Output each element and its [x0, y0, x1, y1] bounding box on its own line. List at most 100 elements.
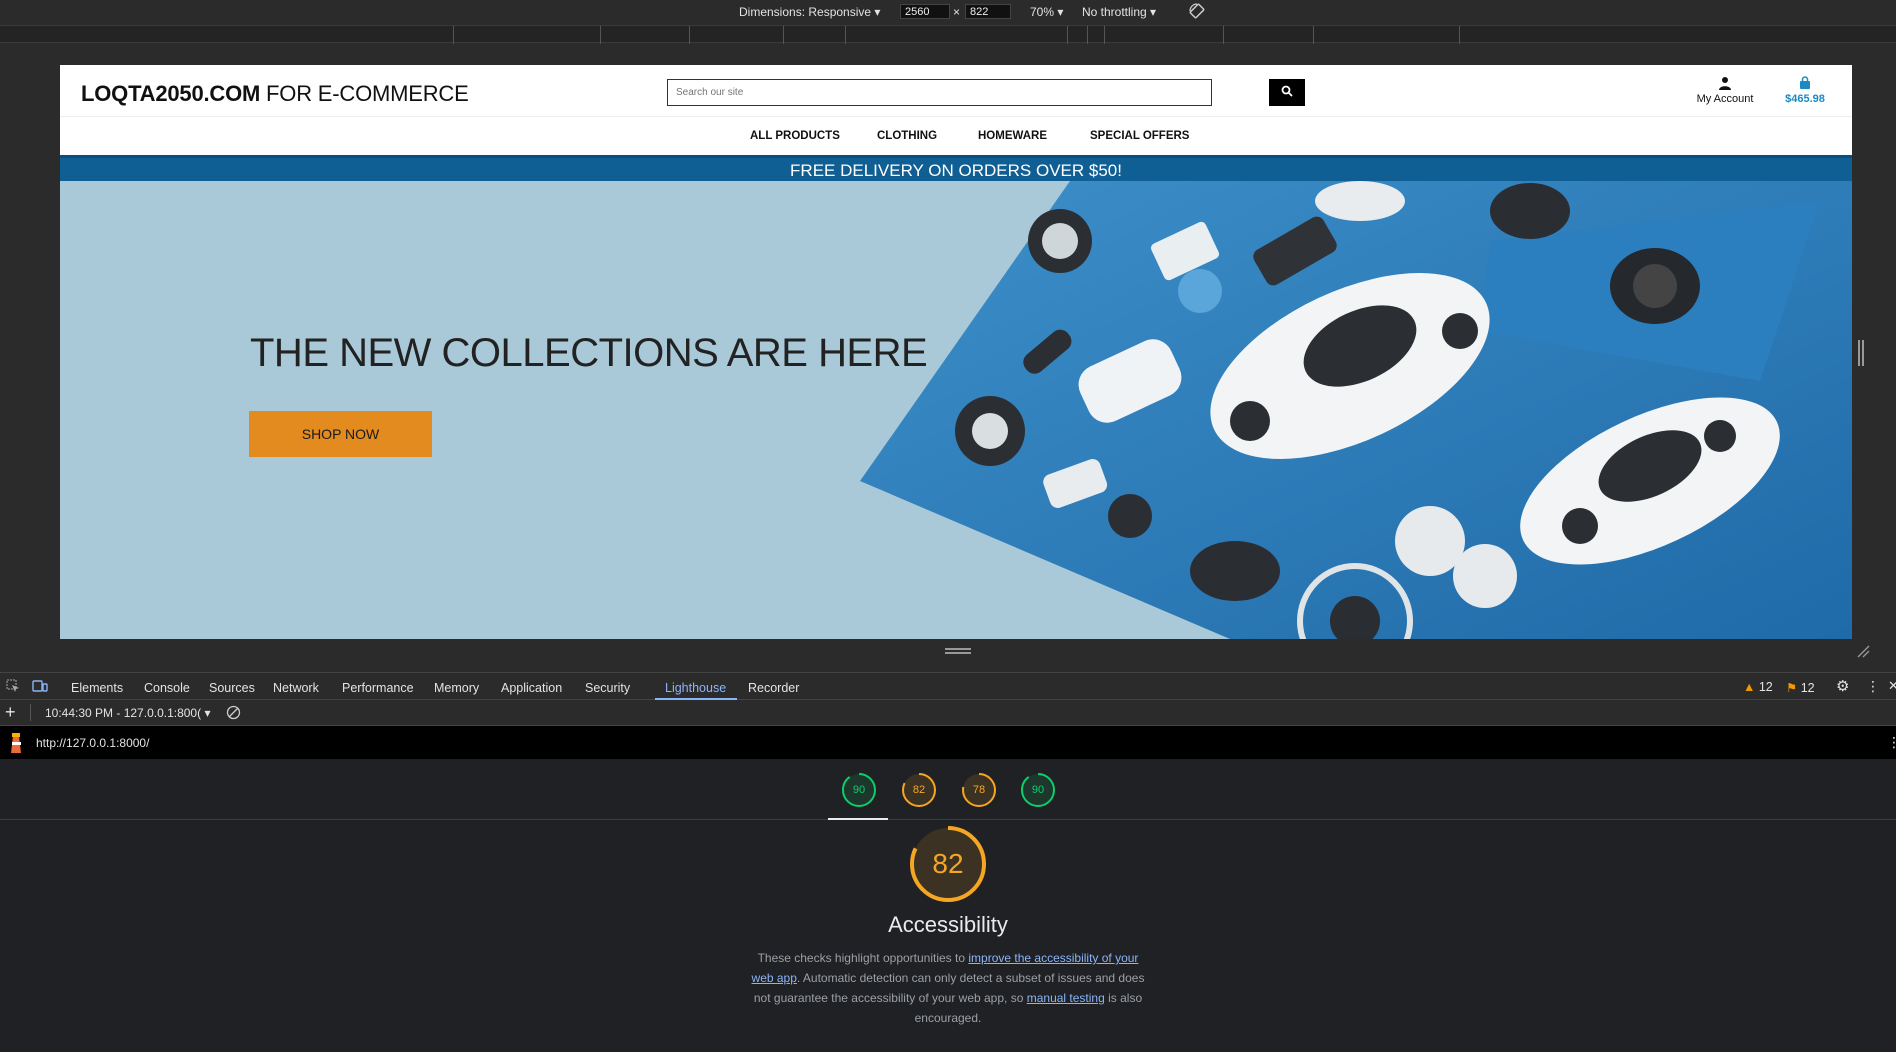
shop-now-button[interactable]: SHOP NOW: [249, 411, 432, 457]
report-selector-label: 10:44:30 PM - 127.0.0.1:800(: [45, 706, 202, 720]
inspect-element-icon[interactable]: [6, 679, 20, 696]
zoom-dropdown[interactable]: 70% ▾: [1030, 5, 1063, 19]
ruler-tick: [1067, 26, 1068, 44]
search-box: [667, 79, 1212, 106]
main-score-value: 82: [932, 848, 964, 879]
ruler-tick: [845, 26, 846, 44]
ruler-tick: [1087, 26, 1088, 44]
tab-network[interactable]: Network: [273, 681, 319, 695]
tab-application[interactable]: Application: [501, 681, 562, 695]
main-score-gauge: 82: [910, 826, 986, 902]
warnings-count: 12: [1758, 680, 1773, 694]
tab-recorder[interactable]: Recorder: [748, 681, 799, 695]
search-input[interactable]: [668, 80, 1211, 105]
close-icon[interactable]: ✕: [1888, 678, 1896, 694]
issue-flag-icon: ⚑: [1786, 681, 1798, 695]
promo-banner: FREE DELIVERY ON ORDERS OVER $50!: [60, 155, 1852, 181]
tab-memory[interactable]: Memory: [434, 681, 479, 695]
category-description: These checks highlight opportunities to …: [748, 948, 1148, 1028]
tab-performance[interactable]: Performance: [342, 681, 414, 695]
lighthouse-icon: [8, 732, 24, 757]
more-options-icon[interactable]: ⋮: [1887, 734, 1896, 751]
clear-all-icon[interactable]: [226, 705, 241, 723]
logo-bold-text: LOQTA2050.COM: [81, 81, 261, 106]
cart-total: $465.98: [1785, 93, 1825, 105]
tab-lighthouse[interactable]: Lighthouse: [665, 681, 726, 695]
nav-all-products[interactable]: ALL PRODUCTS: [750, 130, 840, 142]
times-sign: ×: [953, 5, 961, 19]
my-account-link[interactable]: My Account: [1692, 76, 1758, 105]
chevron-down-icon: ▾: [204, 706, 211, 720]
ruler-tick: [783, 26, 784, 44]
width-input[interactable]: 2560: [900, 4, 950, 19]
ruler-tick: [1223, 26, 1224, 44]
ruler-tick: [1459, 26, 1460, 44]
hero-heading: THE NEW COLLECTIONS ARE HERE: [250, 331, 928, 375]
chevron-down-icon: ▾: [1150, 5, 1157, 19]
height-input[interactable]: 822: [965, 4, 1011, 19]
report-url-bar: http://127.0.0.1:8000/ ⋮: [0, 726, 1896, 759]
media-query-ruler[interactable]: [0, 25, 1896, 44]
gauge-score: 90: [852, 784, 866, 796]
logo-text: FOR E-COMMERCE: [260, 81, 469, 106]
site-logo[interactable]: LOQTA2050.COM FOR E-COMMERCE: [81, 81, 469, 107]
shopping-bag-icon: [1780, 76, 1830, 93]
viewport-bottom-area: [0, 639, 1896, 661]
manual-testing-link[interactable]: manual testing: [1027, 991, 1105, 1005]
search-icon: [1281, 84, 1293, 102]
gauge-score: 82: [912, 784, 926, 796]
ruler-tick: [453, 26, 454, 44]
score-gauges-row: 90 82 78 90: [0, 759, 1896, 820]
ruler-tick: [600, 26, 601, 44]
throttling-dropdown[interactable]: No throttling ▾: [1082, 5, 1156, 19]
resize-corner-icon[interactable]: [1856, 644, 1870, 658]
main-nav: ALL PRODUCTS CLOTHING HOMEWARE SPECIAL O…: [60, 116, 1852, 155]
viewport-resize-handle-right[interactable]: [1858, 340, 1864, 366]
warnings-counter[interactable]: ▲ 12: [1743, 680, 1773, 694]
search-button[interactable]: [1269, 79, 1305, 106]
throttling-label: No throttling: [1082, 5, 1147, 19]
performance-score-gauge[interactable]: 90: [842, 773, 876, 807]
ruler-tick: [1313, 26, 1314, 44]
more-options-icon[interactable]: ⋮: [1866, 678, 1880, 695]
nav-clothing[interactable]: CLOTHING: [877, 130, 937, 142]
best-practices-score-gauge[interactable]: 78: [962, 773, 996, 807]
nav-homeware[interactable]: HOMEWARE: [978, 130, 1047, 142]
tab-elements[interactable]: Elements: [71, 681, 123, 695]
lighthouse-report: 82 Accessibility These checks highlight …: [0, 820, 1896, 1052]
tab-security[interactable]: Security: [585, 681, 630, 695]
dimensions-label: Dimensions: Responsive: [739, 5, 872, 19]
toolbar-divider: [30, 704, 31, 721]
report-url[interactable]: http://127.0.0.1:8000/: [36, 736, 149, 750]
accessibility-score-gauge[interactable]: 82: [902, 773, 936, 807]
seo-score-gauge[interactable]: 90: [1021, 773, 1055, 807]
user-icon: [1692, 76, 1758, 93]
viewport-resize-handle-bottom[interactable]: [945, 648, 971, 654]
rotate-icon[interactable]: [1188, 2, 1206, 23]
cart-link[interactable]: $465.98: [1780, 76, 1830, 105]
report-selector[interactable]: 10:44:30 PM - 127.0.0.1:800( ▾: [45, 706, 210, 720]
chevron-down-icon: ▾: [1057, 5, 1064, 19]
category-title: Accessibility: [888, 912, 1008, 937]
nav-special-offers[interactable]: SPECIAL OFFERS: [1090, 130, 1189, 142]
account-label: My Account: [1696, 93, 1754, 105]
gauge-score: 90: [1031, 784, 1045, 796]
issues-counter[interactable]: ⚑ 12: [1786, 680, 1815, 695]
site-header: LOQTA2050.COM FOR E-COMMERCE My Account …: [60, 65, 1852, 116]
devtools-tab-bar: Elements Console Sources Network Perform…: [0, 672, 1896, 700]
hero-banner: THE NEW COLLECTIONS ARE HERE SHOP NOW: [60, 181, 1852, 639]
gauge-score: 78: [972, 784, 986, 796]
device-toggle-icon[interactable]: [32, 679, 48, 696]
issues-count: 12: [1800, 681, 1815, 695]
ruler-tick: [689, 26, 690, 44]
dimensions-dropdown[interactable]: Dimensions: Responsive ▾: [739, 5, 880, 19]
emulated-viewport: LOQTA2050.COM FOR E-COMMERCE My Account …: [60, 65, 1852, 639]
hero-product-image: [860, 181, 1852, 639]
plus-icon[interactable]: +: [5, 702, 16, 723]
settings-gear-icon[interactable]: ⚙: [1836, 677, 1849, 695]
tab-sources[interactable]: Sources: [209, 681, 255, 695]
description-text: These checks highlight opportunities to: [757, 951, 969, 965]
chevron-down-icon: ▾: [874, 5, 881, 19]
device-toolbar: Dimensions: Responsive ▾ 2560 × 822 70% …: [0, 0, 1896, 25]
tab-console[interactable]: Console: [144, 681, 190, 695]
